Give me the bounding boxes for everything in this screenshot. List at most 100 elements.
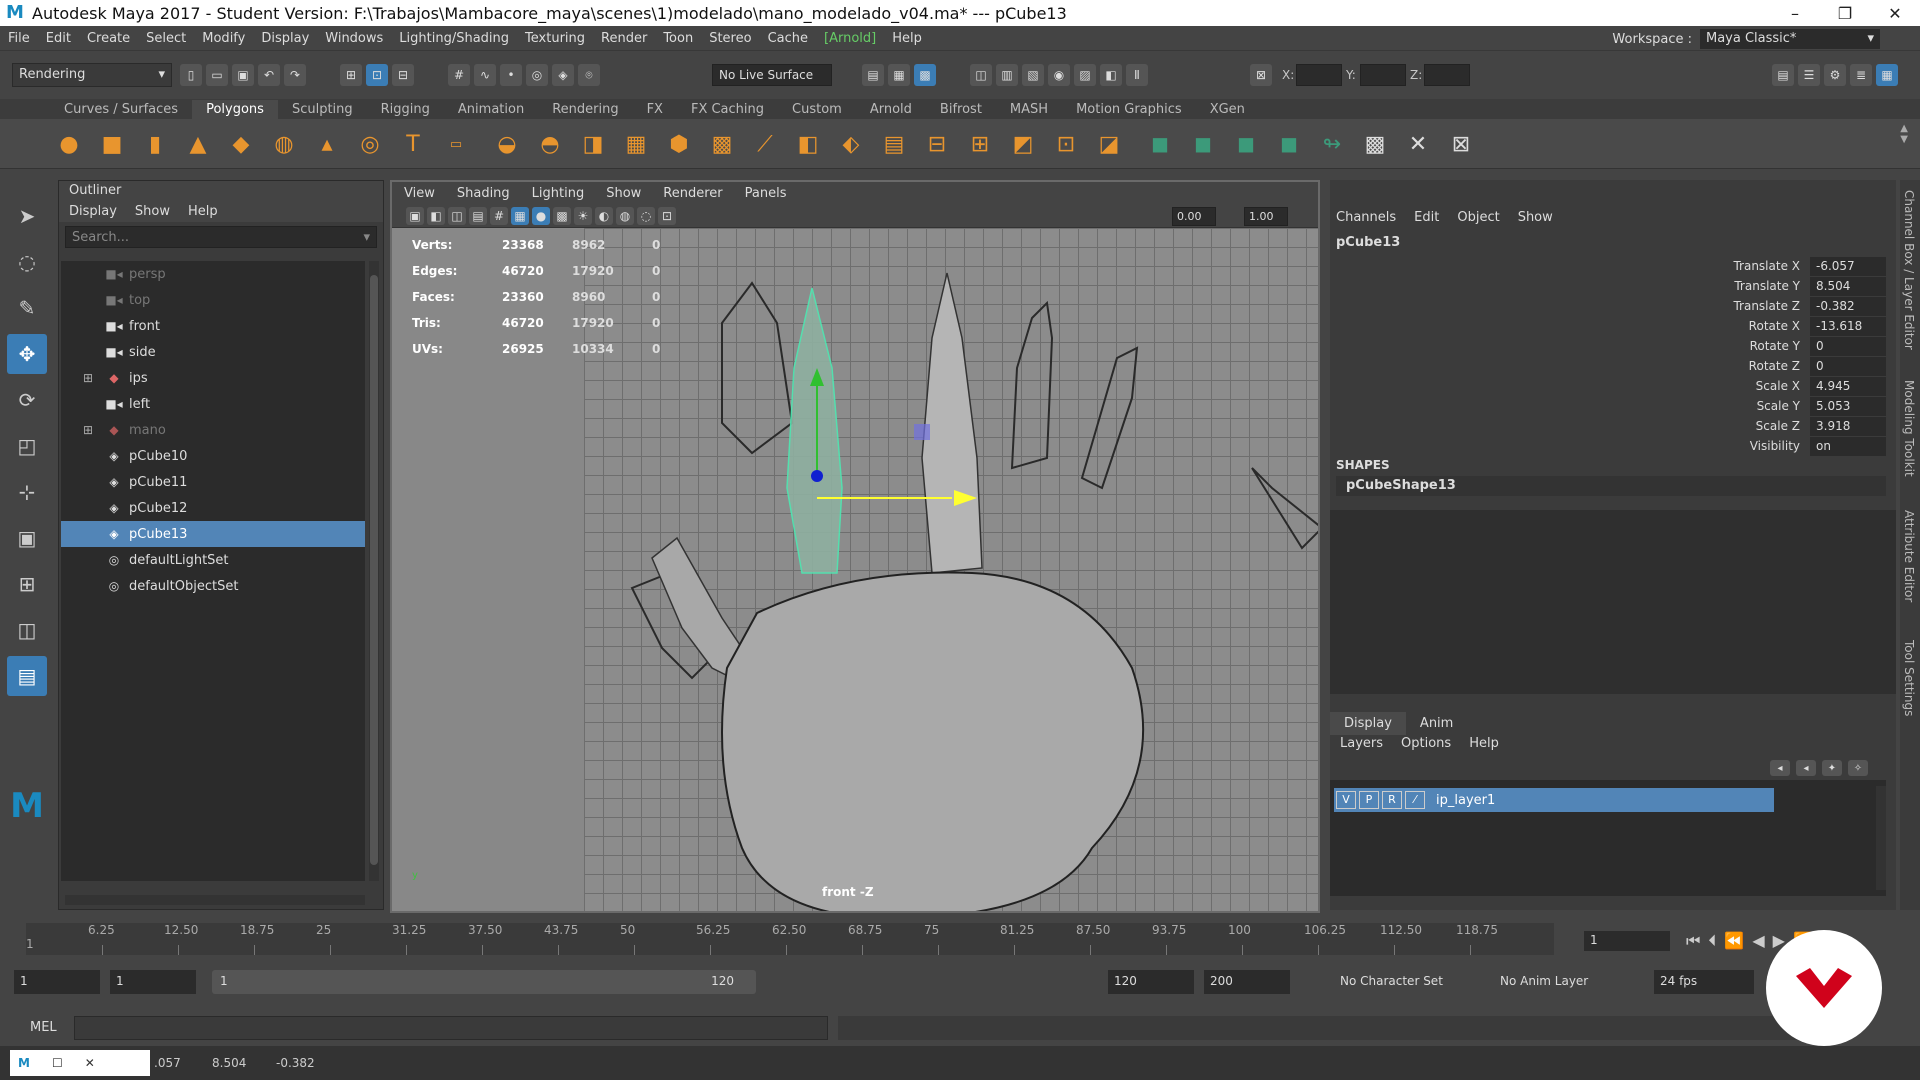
attr-value[interactable]: 0 <box>1810 336 1886 356</box>
move-manip-center[interactable] <box>811 470 823 482</box>
shadows-icon[interactable]: ◐ <box>595 207 613 225</box>
shelf-tab-arnold[interactable]: Arnold <box>856 100 926 119</box>
attr-value[interactable]: 4.945 <box>1810 376 1886 396</box>
uv-cylindrical-icon[interactable]: ◼ <box>1184 125 1222 163</box>
object-menu[interactable]: Object <box>1457 210 1499 225</box>
outliner-item-persp[interactable]: ■◂ persp <box>61 261 365 287</box>
outliner-menu-show[interactable]: Show <box>135 204 170 219</box>
viewport-menu-shading[interactable]: Shading <box>457 186 510 202</box>
menuset-dropdown[interactable]: Rendering ▾ <box>12 63 172 87</box>
side-tab-tool-settings[interactable]: Tool Settings <box>1902 640 1916 716</box>
uv-layout-icon[interactable]: ⊠ <box>1442 125 1480 163</box>
snap-grid-icon[interactable]: # <box>448 64 470 86</box>
menu-select[interactable]: Select <box>138 31 194 46</box>
camera-select-icon[interactable]: ▣ <box>406 207 424 225</box>
modeling-toolkit-icon[interactable]: ▤ <box>1772 64 1794 86</box>
shelf-tab-polygons[interactable]: Polygons <box>192 100 278 119</box>
hand-model[interactable]: y <box>392 228 1320 913</box>
shelf-tab-custom[interactable]: Custom <box>778 100 856 119</box>
help-menu[interactable]: Help <box>1469 736 1499 751</box>
snap-point-icon[interactable]: • <box>500 64 522 86</box>
tool-settings-icon[interactable]: ⚙ <box>1824 64 1846 86</box>
prev-key-icon[interactable]: ⏪ <box>1724 931 1744 951</box>
layer-scrollbar[interactable] <box>1876 786 1886 890</box>
mirror-icon[interactable]: ◨ <box>574 125 612 163</box>
outliner-item-mano[interactable]: ⊞ ◆ mano <box>61 417 365 443</box>
attr-scale-y[interactable]: Scale Y 5.053 <box>1330 396 1896 416</box>
isolate-icon[interactable]: ◍ <box>616 207 634 225</box>
scene-start-field[interactable]: 1 <box>14 970 100 994</box>
menu-cache[interactable]: Cache <box>760 31 816 46</box>
multi-cut-icon[interactable]: ▤ <box>875 125 913 163</box>
outliner-item-pcube11[interactable]: ◈ pCube11 <box>61 469 365 495</box>
menu-render[interactable]: Render <box>593 31 655 46</box>
save-scene-icon[interactable]: ▣ <box>232 64 254 86</box>
tab-display[interactable]: Display <box>1330 712 1406 735</box>
outliner-item-ips[interactable]: ⊞ ◆ ips <box>61 365 365 391</box>
layer-color-swatch[interactable]: ⁄ <box>1405 791 1425 809</box>
ipr-icon[interactable]: ▧ <box>1022 64 1044 86</box>
attr-translate-z[interactable]: Translate Z -0.382 <box>1330 296 1896 316</box>
attr-value[interactable]: -6.057 <box>1810 256 1886 276</box>
poly-svg-icon[interactable]: ▭ <box>437 125 475 163</box>
snap-surface-icon[interactable]: ◈ <box>552 64 574 86</box>
move-layer-up-icon[interactable]: ◂ <box>1770 760 1790 776</box>
exposure-field[interactable]: 0.00 <box>1172 207 1216 226</box>
x-field[interactable] <box>1296 64 1342 86</box>
attr-value[interactable]: -13.618 <box>1810 316 1886 336</box>
poly-cube-icon[interactable]: ■ <box>93 125 131 163</box>
playback-end-field[interactable]: 120 <box>1108 970 1194 994</box>
poly-cone-icon[interactable]: ▲ <box>179 125 217 163</box>
layer-playback-toggle[interactable]: P <box>1359 791 1379 809</box>
single-perspective-icon[interactable]: ▣ <box>7 518 47 558</box>
uv-editor-icon[interactable]: ▩ <box>1356 125 1394 163</box>
shelf-tab-mash[interactable]: MASH <box>996 100 1062 119</box>
layer-reference-toggle[interactable]: R <box>1382 791 1402 809</box>
attribute-editor-icon[interactable]: ☰ <box>1798 64 1820 86</box>
smooth-shade-icon[interactable]: ● <box>532 207 550 225</box>
outliner-item-pcube12[interactable]: ◈ pCube12 <box>61 495 365 521</box>
shelf-tab-bifrost[interactable]: Bifrost <box>926 100 996 119</box>
shelf-tab-curves-surfaces[interactable]: Curves / Surfaces <box>50 100 192 119</box>
uv-unfold-icon[interactable]: ✕ <box>1399 125 1437 163</box>
move-layer-down-icon[interactable]: ◂ <box>1796 760 1816 776</box>
shelf-tab-rigging[interactable]: Rigging <box>367 100 444 119</box>
wireframe-icon[interactable]: ▦ <box>511 207 529 225</box>
mel-label[interactable]: MEL <box>30 1020 57 1035</box>
select-hierarchy-icon[interactable]: ⊞ <box>340 64 362 86</box>
go-to-start-icon[interactable]: ⏮ <box>1686 931 1700 951</box>
attr-value[interactable]: -0.382 <box>1810 296 1886 316</box>
outliner-hscrollbar[interactable] <box>65 895 365 905</box>
move-tool-icon[interactable]: ✥ <box>7 334 47 374</box>
viewport-menu-renderer[interactable]: Renderer <box>663 186 722 202</box>
restore-button[interactable]: ❐ <box>1820 4 1870 23</box>
shape-node-name[interactable]: pCubeShape13 <box>1336 476 1886 496</box>
uv-cut-icon[interactable]: ↬ <box>1313 125 1351 163</box>
target-weld-icon[interactable]: ⊟ <box>918 125 956 163</box>
lasso-tool-icon[interactable]: ◌ <box>7 242 47 282</box>
rotate-tool-icon[interactable]: ⟳ <box>7 380 47 420</box>
outliner-layout-icon[interactable]: ▤ <box>7 656 47 696</box>
edit-menu[interactable]: Edit <box>1414 210 1439 225</box>
channel-box-icon[interactable]: ≣ <box>1850 64 1872 86</box>
move-manip-plane-handle[interactable] <box>914 424 930 440</box>
render-view-icon[interactable]: ▦ <box>888 64 910 86</box>
menu-create[interactable]: Create <box>79 31 138 46</box>
viewport-menu-view[interactable]: View <box>404 186 435 202</box>
poly-torus-icon[interactable]: ◍ <box>265 125 303 163</box>
layers-menu[interactable]: Layers <box>1340 736 1383 751</box>
menu-arnold[interactable]: [Arnold] <box>816 31 884 46</box>
outliner-item-defaultlightset[interactable]: ◎ defaultLightSet <box>61 547 365 573</box>
hypershade-icon[interactable]: ◉ <box>1048 64 1070 86</box>
viewport-menu-show[interactable]: Show <box>606 186 641 202</box>
outliner-item-pcube13[interactable]: ◈ pCube13 <box>61 521 365 547</box>
poly-text-icon[interactable]: T <box>394 125 432 163</box>
character-set-dropdown[interactable]: No Character Set <box>1334 970 1464 994</box>
layer-visibility-toggle[interactable]: V <box>1336 791 1356 809</box>
menu-texturing[interactable]: Texturing <box>517 31 593 46</box>
attr-value[interactable]: 3.918 <box>1810 416 1886 436</box>
outliner-menu-display[interactable]: Display <box>69 204 117 219</box>
image-plane-icon[interactable]: ▤ <box>469 207 487 225</box>
close-button[interactable]: ✕ <box>1870 4 1920 23</box>
layer-row[interactable]: V P R ⁄ ip_layer1 <box>1334 788 1774 812</box>
